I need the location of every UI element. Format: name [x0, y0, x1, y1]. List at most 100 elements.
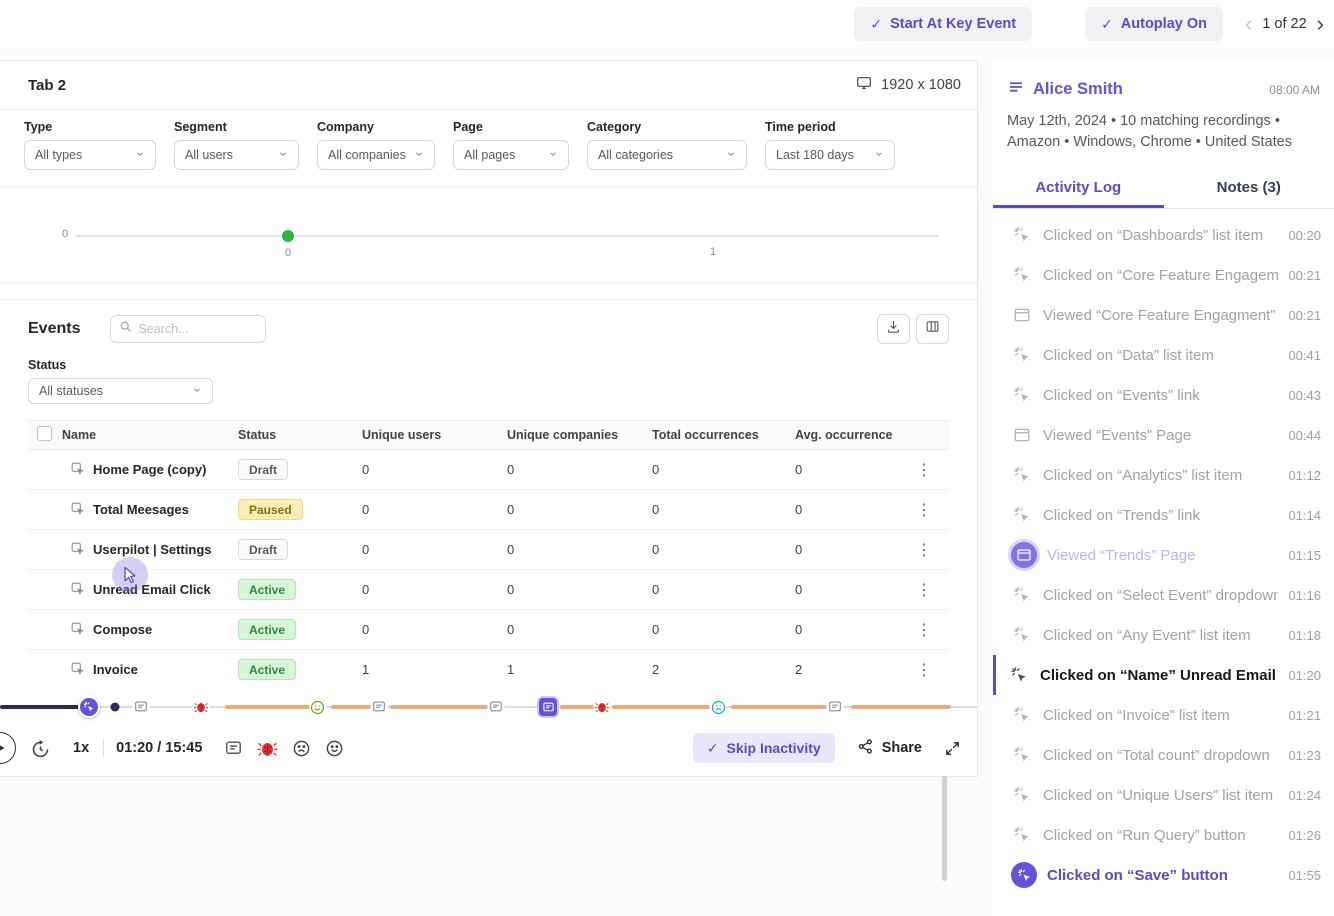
share-button[interactable]: Share [857, 738, 922, 759]
download-icon [886, 319, 901, 339]
table-row[interactable]: Total Meesages Paused 0 0 0 0 ⋮ [28, 490, 949, 530]
inactivity-segment [560, 705, 595, 709]
event-name: Userpilot | Settings [93, 542, 212, 557]
activity-item[interactable]: Clicked on “Data” list item 00:41 [993, 335, 1334, 375]
company-filter-dropdown[interactable]: All companies [317, 140, 435, 170]
start-at-key-event-button[interactable]: ✓ Start At Key Event [854, 7, 1032, 41]
fullscreen-icon[interactable] [944, 740, 961, 757]
activity-time: 01:12 [1288, 468, 1321, 483]
cell-value: 1 [362, 662, 507, 677]
monitor-icon [855, 75, 873, 95]
slider-track[interactable] [75, 235, 939, 237]
page-filter-dropdown[interactable]: All pages [453, 140, 569, 170]
inactivity-segment [390, 705, 490, 709]
activity-item[interactable]: Viewed “Events” Page 00:44 [993, 415, 1334, 455]
timeline-marker-frown[interactable] [710, 699, 727, 716]
category-filter-dropdown[interactable]: All categories [587, 140, 747, 170]
activity-time: 01:15 [1288, 548, 1321, 563]
table-row[interactable]: Invoice Active 1 1 2 2 ⋮ [28, 650, 949, 690]
timeline-marker-bug[interactable] [593, 699, 610, 716]
activity-text: Clicked on “Total count” dropdown [1043, 747, 1278, 764]
activity-item[interactable]: Clicked on “Invoice” list item 01:21 [993, 695, 1334, 735]
search-input[interactable] [138, 322, 248, 336]
activity-item[interactable]: Clicked on “Any Event” list item 01:18 [993, 615, 1334, 655]
skip-inactivity-toggle[interactable]: ✓ Skip Inactivity [693, 733, 835, 763]
timeline-marker-dot[interactable] [111, 703, 120, 712]
activity-item[interactable]: Clicked on “Run Query” button 01:26 [993, 815, 1334, 855]
playback-speed-button[interactable]: 1x [73, 740, 89, 756]
cell-value: 0 [652, 542, 795, 557]
row-menu-button[interactable]: ⋮ [900, 620, 948, 640]
timeline-marker-note[interactable] [132, 699, 149, 716]
timeline-scrubber[interactable] [0, 696, 977, 718]
note-icon[interactable] [224, 739, 243, 758]
slider-handle[interactable] [282, 230, 294, 242]
playback-time: 01:20 / 15:45 [116, 740, 202, 756]
activity-item[interactable]: Clicked on “Core Feature Engagem… 00:21 [993, 255, 1334, 295]
row-menu-button[interactable]: ⋮ [900, 500, 948, 520]
timeline-marker-note[interactable] [827, 699, 844, 716]
table-row[interactable]: Home Page (copy) Draft 0 0 0 0 ⋮ [28, 450, 949, 490]
cell-value: 2 [652, 662, 795, 677]
table-row[interactable]: Userpilot | Settings Draft 0 0 0 0 ⋮ [28, 530, 949, 570]
table-row[interactable]: Compose Active 0 0 0 0 ⋮ [28, 610, 949, 650]
row-menu-button[interactable]: ⋮ [900, 580, 948, 600]
activity-item[interactable]: Clicked on “Select Event” dropdown 01:16 [993, 575, 1334, 615]
next-recording-icon[interactable]: › [1317, 13, 1324, 35]
activity-item-active[interactable]: Clicked on “Name” Unread Email C… 01:20 [993, 655, 1334, 695]
table-row[interactable]: Unread Email Click Active 0 0 0 0 ⋮ [28, 570, 949, 610]
autoplay-toggle-button[interactable]: ✓ Autoplay On [1085, 7, 1223, 41]
select-all-checkbox[interactable] [37, 426, 52, 441]
row-menu-button[interactable]: ⋮ [900, 540, 948, 560]
activity-item[interactable]: Clicked on “Total count” dropdown 01:23 [993, 735, 1334, 775]
activity-item[interactable]: Clicked on “Events” link 00:43 [993, 375, 1334, 415]
activity-item[interactable]: Viewed “Core Feature Engagment” 00:21 [993, 295, 1334, 335]
activity-item[interactable]: Clicked on “Analytics” list item 01:12 [993, 455, 1334, 495]
table-header-row: Name Status Unique users Unique companie… [28, 420, 949, 450]
activity-item[interactable]: Clicked on “Unique Users” list item 01:2… [993, 775, 1334, 815]
bug-icon[interactable] [257, 738, 278, 759]
status-dropdown[interactable]: All statuses [28, 378, 213, 404]
skip-forward-icon[interactable] [30, 738, 51, 759]
columns-button[interactable] [916, 314, 949, 344]
autoplay-label: Autoplay On [1121, 16, 1207, 32]
timeline-marker-note[interactable] [488, 699, 505, 716]
frown-icon[interactable] [292, 739, 311, 758]
activity-item[interactable]: Clicked on “Trends” link 01:14 [993, 495, 1334, 535]
click-icon [1011, 586, 1033, 604]
replay-viewport: Tab 2 1920 x 1080 Type All types Segment… [0, 60, 978, 777]
events-search[interactable] [110, 315, 266, 343]
row-menu-button[interactable]: ⋮ [900, 460, 948, 480]
activity-text: Clicked on “Dashboards” list item [1043, 227, 1278, 244]
status-badge: Active [238, 579, 296, 600]
smile-icon[interactable] [325, 739, 344, 758]
tab-activity-log[interactable]: Activity Log [993, 169, 1164, 208]
activity-time: 01:26 [1288, 828, 1321, 843]
timeline-marker-note[interactable] [371, 699, 388, 716]
type-filter-dropdown[interactable]: All types [24, 140, 156, 170]
timeline-marker-current[interactable] [78, 696, 100, 718]
segment-filter-dropdown[interactable]: All users [174, 140, 299, 170]
play-button[interactable] [0, 732, 16, 764]
tab-notes[interactable]: Notes (3) [1164, 169, 1334, 208]
status-label: Status [28, 358, 949, 372]
inactivity-segment [731, 705, 830, 709]
row-menu-button[interactable]: ⋮ [900, 660, 948, 680]
click-icon [1011, 826, 1033, 844]
table-scrollbar[interactable] [942, 773, 947, 881]
cell-value: 0 [795, 542, 900, 557]
previous-recording-icon[interactable]: ‹ [1245, 13, 1252, 35]
cell-value: 2 [795, 662, 900, 677]
time-period-filter-dropdown[interactable]: Last 180 days [765, 140, 895, 170]
axis-label: 0 [62, 228, 68, 240]
session-user[interactable]: Alice Smith [1007, 78, 1123, 101]
download-button[interactable] [877, 314, 910, 344]
filter-label: Time period [765, 120, 895, 134]
activity-item[interactable]: Clicked on “Dashboards” list item 00:20 [993, 215, 1334, 255]
activity-item-current-view[interactable]: Viewed “Trends” Page 01:15 [993, 535, 1334, 575]
timeline-marker-bug[interactable] [193, 699, 210, 716]
cell-value: 0 [362, 582, 507, 597]
timeline-marker-smile[interactable] [309, 699, 326, 716]
timeline-marker-event[interactable] [537, 696, 559, 718]
activity-item-save[interactable]: Clicked on “Save” button 01:55 [993, 855, 1334, 895]
